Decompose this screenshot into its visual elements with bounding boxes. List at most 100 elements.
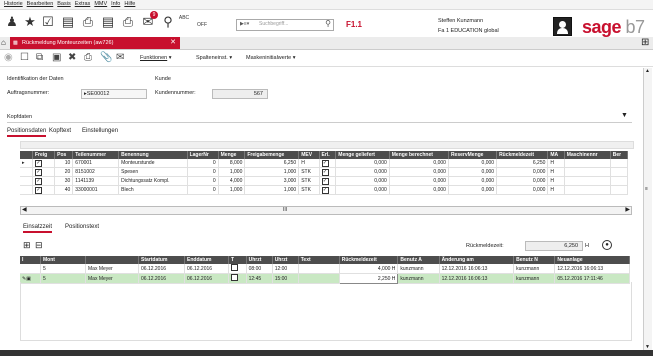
search-filter-icon[interactable]: ▶≡▾ (240, 21, 249, 27)
mail-icon[interactable]: ✉ 9 (140, 11, 158, 31)
grid-view-icon[interactable]: ⊞ (641, 37, 649, 49)
col-erl[interactable]: Erl. (319, 151, 337, 159)
attachment-icon[interactable]: 📎 (100, 52, 112, 64)
tab-einsatzzeit[interactable]: Einsatzzeit (23, 224, 53, 233)
col-rueckmeldezeit[interactable]: Rückmeldezeit (496, 151, 549, 159)
cell-teil: 1141139 (72, 176, 120, 186)
erl-checkbox[interactable]: ✓ (319, 159, 337, 168)
auftrag-field[interactable]: ▸SE00012 (81, 89, 147, 99)
user-icon[interactable]: ♟ (4, 13, 20, 31)
scroll-right-icon[interactable]: ▶ (625, 206, 630, 213)
col-menge[interactable]: Menge (218, 151, 246, 159)
delete-row-icon[interactable]: ⊟ (35, 240, 43, 250)
col-mev[interactable]: MEV (298, 151, 320, 159)
scroll-left-icon[interactable]: ◀ (22, 206, 27, 213)
col-enddatum[interactable]: Enddatum (184, 256, 230, 264)
tab-positionstext[interactable]: Positionstext (65, 224, 99, 230)
collapse-icon[interactable]: ▼ (621, 112, 628, 119)
menu-hilfe[interactable]: Hilfe (124, 0, 135, 9)
menu-mmv[interactable]: MMV (94, 0, 107, 9)
cell-pos: 10 (54, 159, 74, 168)
col-maschinennr[interactable]: Maschinennr (564, 151, 611, 159)
col-startdatum[interactable]: Startdatum (138, 256, 186, 264)
print-icon[interactable]: ⎙ (80, 13, 96, 31)
menu-info[interactable]: Info (111, 0, 120, 9)
freig-checkbox[interactable]: ✓ (32, 167, 56, 177)
document-icon[interactable]: ▤ (100, 13, 116, 31)
table-row[interactable]: ▸ ✓ 10 670001 Monteurstunde 0 8,000 6,25… (20, 159, 629, 168)
menu-bearbeiten[interactable]: Bearbeiten (27, 0, 54, 9)
col-freigabemenge[interactable]: Freigabemenge (244, 151, 300, 159)
search-input[interactable]: Suchbegriff... (259, 21, 288, 27)
add-row-icon[interactable]: ⊞ (23, 240, 31, 250)
freig-checkbox[interactable]: ✓ (32, 185, 56, 195)
menu-historie[interactable]: Historie (4, 0, 23, 9)
maskeninitialwerte-menu[interactable]: Maskeninitialwerte ▾ (246, 55, 296, 61)
favorite-star-icon[interactable]: ★ (22, 13, 38, 31)
col-menge-berechnet[interactable]: Menge berechnet (389, 151, 449, 159)
erl-checkbox[interactable]: ✓ (319, 185, 337, 195)
col-benutz-a[interactable]: Benutz A (397, 256, 440, 264)
table-row[interactable]: ✓ 40 33000001 Blech 0 1,000 1,000 STK ✓ … (20, 185, 629, 195)
col-text[interactable]: Text (298, 256, 340, 264)
zoom-icon[interactable]: ⚲ (160, 13, 176, 31)
settings-icon[interactable]: ● (602, 240, 612, 250)
table-row[interactable]: ✓ 30 1141139 Dichtungssatz Kompl. 0 4,00… (20, 176, 629, 186)
tab-positionsdaten[interactable]: Positionsdaten (7, 128, 47, 137)
chart-icon[interactable]: ▤ (60, 13, 76, 31)
col-i[interactable]: I (20, 256, 41, 264)
freig-checkbox[interactable]: ✓ (32, 176, 56, 186)
col-ma[interactable]: MA (547, 151, 565, 159)
col-reservmenge[interactable]: ReservMenge (448, 151, 498, 159)
delete-icon[interactable]: ✖ (68, 52, 76, 64)
col-lagernr[interactable]: LagerNr (187, 151, 219, 159)
cell-uhrzt-1: 08:00 (246, 264, 273, 274)
table-row[interactable]: ✓ 20 8151002 Spesen 0 1,000 1,000 STK ✓ … (20, 167, 629, 177)
tab-rueckmeldung[interactable]: ▩ Rückmeldung Monteurzeiten (aw726) ✕ (10, 37, 180, 49)
col-t[interactable]: T (228, 256, 247, 264)
tab-einstellungen[interactable]: Einstellungen (82, 128, 118, 134)
print-icon-2[interactable]: ⎙ (84, 52, 92, 64)
freig-checkbox[interactable]: ✓ (32, 159, 56, 168)
copy-icon[interactable]: ⧉ (36, 52, 43, 64)
avatar[interactable] (553, 17, 572, 36)
col-uhrzt-1[interactable]: Uhrzt (246, 256, 273, 264)
search-icon[interactable]: ⚲ (325, 19, 331, 28)
col-menge-geliefert[interactable]: Menge geliefert (335, 151, 390, 159)
col-pos[interactable]: Pos (54, 151, 74, 159)
positions-hscrollbar[interactable]: ◀ III ▶ (20, 206, 632, 215)
spellcheck-icon[interactable]: ABC (176, 15, 192, 33)
new-record-icon[interactable]: ☐ (20, 52, 29, 64)
col-ber[interactable]: Ber (610, 151, 629, 159)
view-icon[interactable]: ◉ (4, 52, 13, 64)
menu-extras[interactable]: Extras (75, 0, 91, 9)
col-benennung[interactable]: Benennung (118, 151, 188, 159)
main-vscrollbar[interactable]: ▲ ≡ ▼ (643, 68, 652, 350)
scroll-thumb-grip-v[interactable]: ≡ (645, 186, 648, 192)
scroll-thumb-grip[interactable]: III (283, 207, 287, 213)
tab-close-icon[interactable]: ✕ (170, 37, 176, 49)
erl-checkbox[interactable]: ✓ (319, 167, 337, 177)
print-list-icon[interactable]: ⎙ (120, 13, 136, 31)
col-neuanlage[interactable]: Neuanlage (554, 256, 630, 264)
col-uhrzt-2[interactable]: Uhrzt (272, 256, 299, 264)
spalteneinst-menu[interactable]: Spalteneinst. ▾ (196, 55, 232, 61)
col-mont[interactable]: Mont (40, 256, 86, 264)
col-freig[interactable]: Freig (32, 151, 56, 159)
mail-icon-2[interactable]: ✉ (116, 52, 124, 64)
table-row[interactable]: 5 Max Meyer 06.12.2016 06.12.2016 08:00 … (20, 264, 630, 274)
funktionen-menu[interactable]: Funktionen ▾ (140, 55, 172, 61)
col-teilenummer[interactable]: Teilenummer (72, 151, 120, 159)
home-icon[interactable]: ⌂ (1, 38, 6, 48)
search-box[interactable]: ▶≡▾ Suchbegriff... ⚲ (236, 19, 334, 31)
tab-kopftext[interactable]: Kopftext (49, 128, 71, 134)
col-benutz-n[interactable]: Benutz N (513, 256, 556, 264)
col-rueckmeldezeit-2[interactable]: Rückmeldezeit (339, 256, 399, 264)
t-checkbox[interactable] (228, 264, 247, 274)
col-aenderung[interactable]: Änderung am (439, 256, 515, 264)
scroll-up-icon[interactable]: ▲ (645, 68, 650, 74)
erl-checkbox[interactable]: ✓ (319, 176, 337, 186)
tasks-icon[interactable]: ☑ (40, 13, 56, 31)
save-icon[interactable]: ▣ (52, 52, 61, 64)
menu-basis[interactable]: Basis (57, 0, 70, 9)
